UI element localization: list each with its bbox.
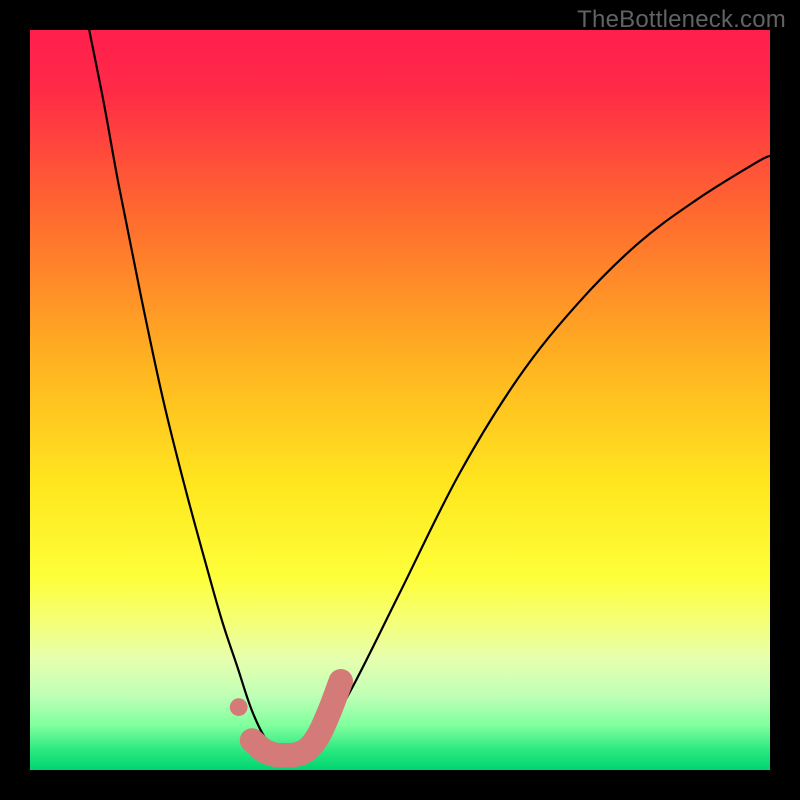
chart-frame: TheBottleneck.com [0, 0, 800, 800]
bottleneck-curve [89, 30, 770, 755]
optimal-range-dot [230, 698, 248, 716]
plot-area [30, 30, 770, 770]
watermark-text: TheBottleneck.com [577, 6, 786, 34]
curve-layer [30, 30, 770, 770]
optimal-range-marker [252, 681, 341, 755]
